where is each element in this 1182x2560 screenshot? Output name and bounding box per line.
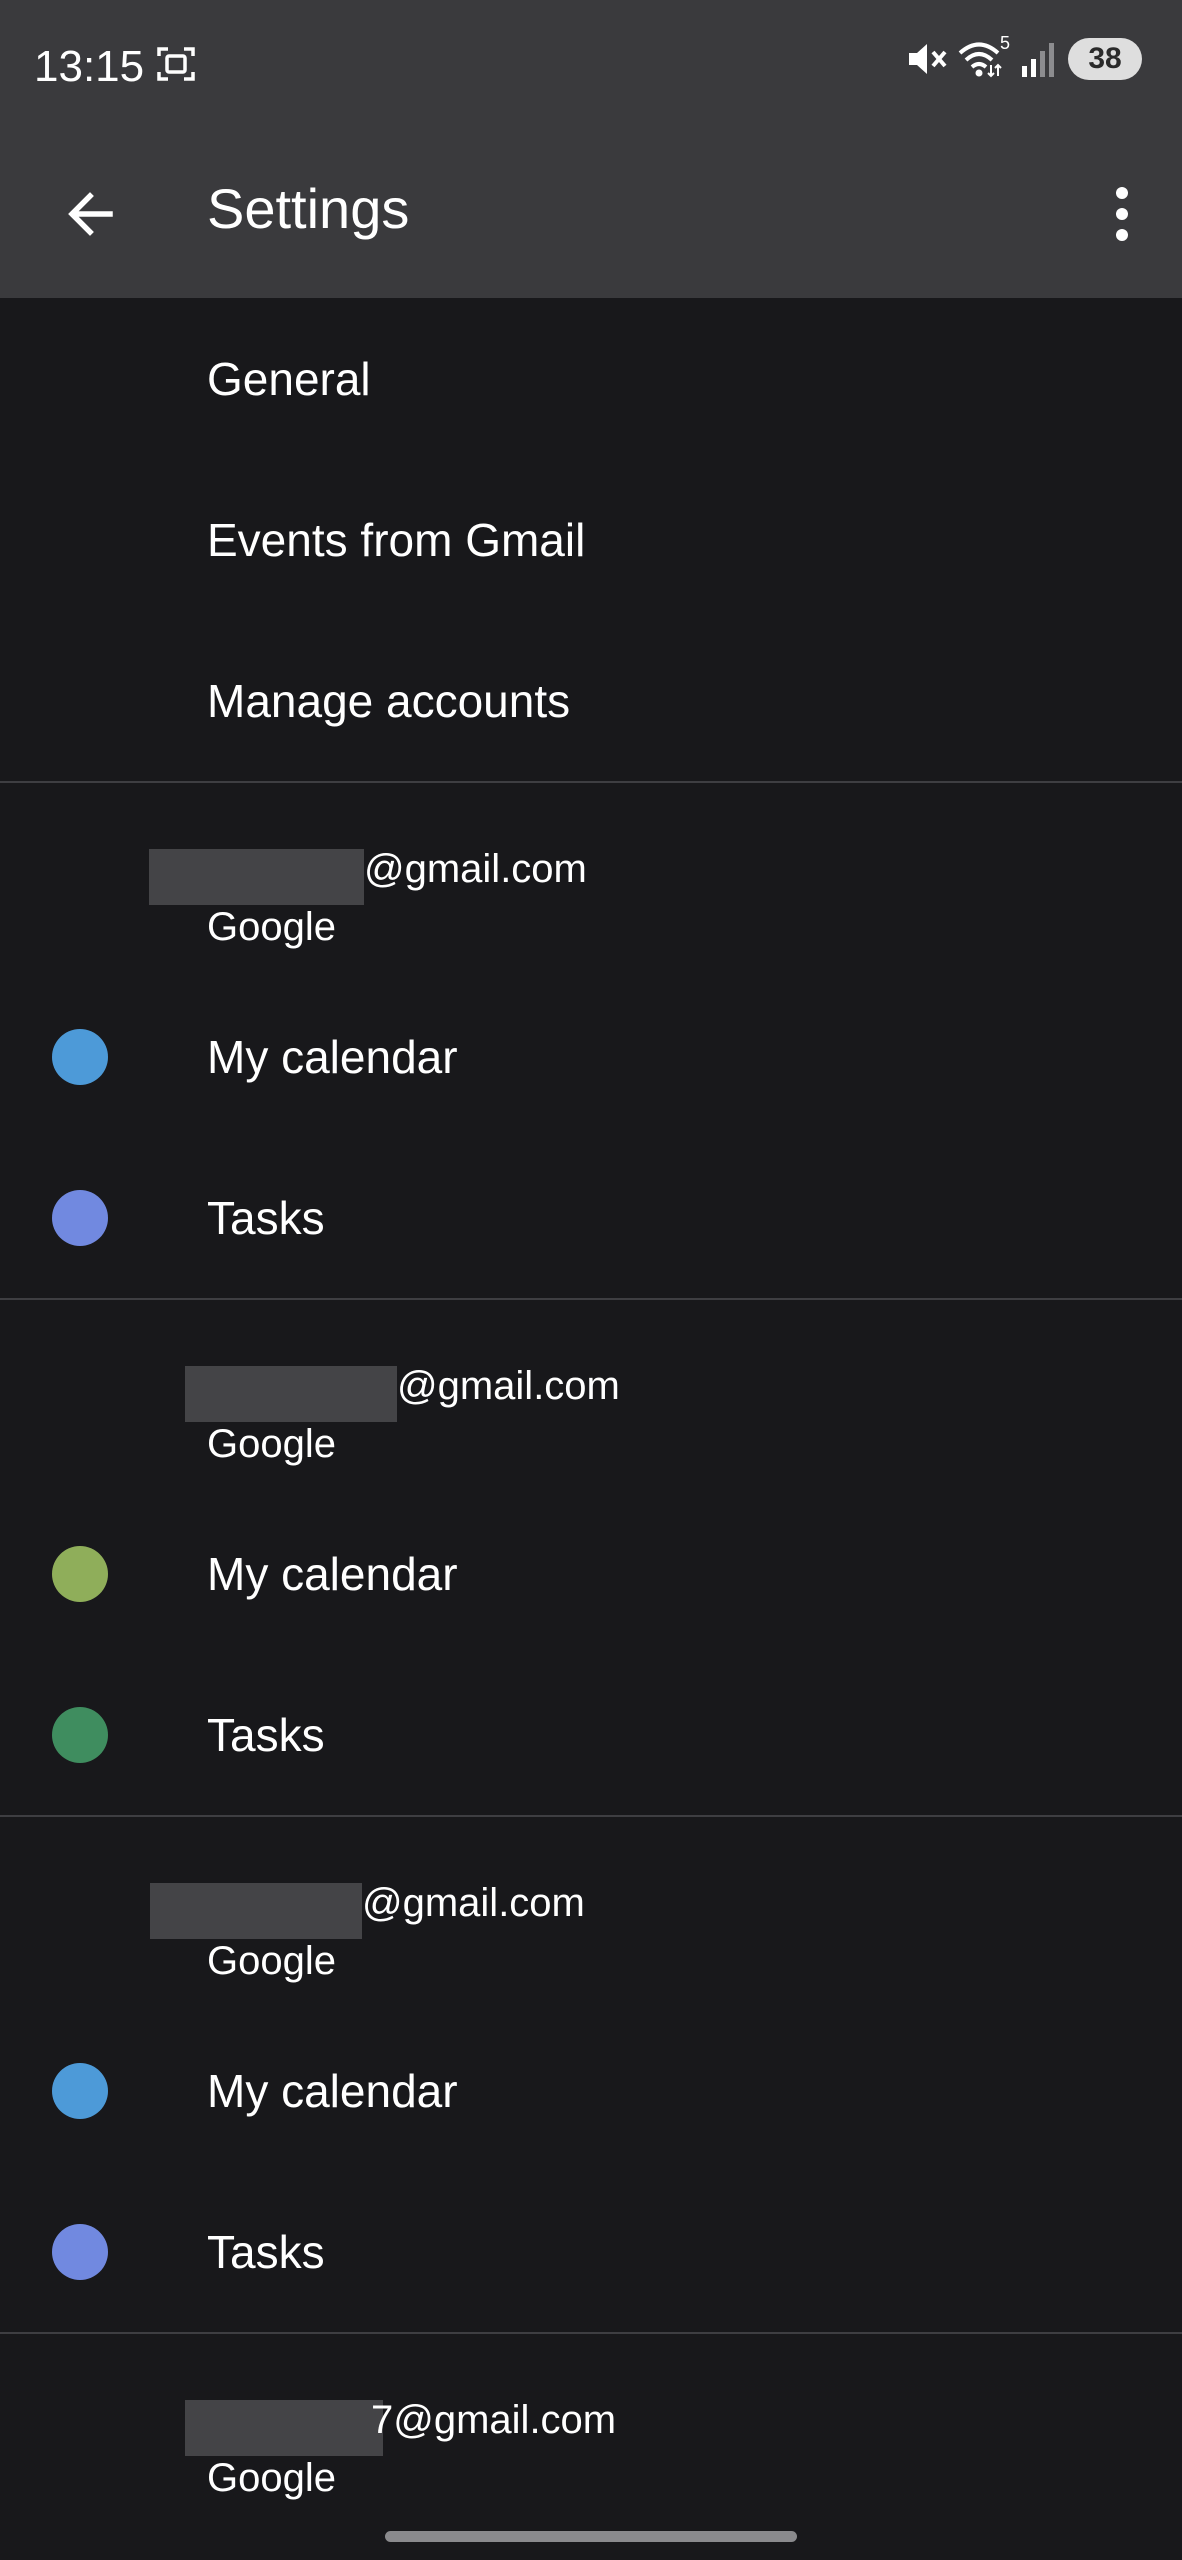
account-email: @gmail.com — [364, 847, 587, 891]
account-header: @gmail.com Google — [0, 1300, 1182, 1493]
account-header: @gmail.com Google — [0, 783, 1182, 976]
battery-indicator: 38 — [1068, 38, 1142, 80]
mute-icon — [909, 44, 947, 74]
calendar-color-dot — [52, 1546, 108, 1602]
gesture-nav-handle[interactable] — [385, 2531, 797, 2542]
calendar-item-tasks[interactable]: Tasks — [0, 1137, 1182, 1298]
account-provider: Google — [207, 1939, 336, 1983]
calendar-color-dot — [52, 1029, 108, 1085]
calendar-item-my-calendar[interactable]: My calendar — [0, 976, 1182, 1137]
status-bar: 13:15 5 38 — [0, 0, 1182, 136]
wifi-indicator: 5 — [958, 33, 1010, 79]
menu-item-label: Events from Gmail — [207, 513, 586, 566]
calendar-label: My calendar — [207, 1030, 458, 1083]
account-provider: Google — [207, 905, 336, 949]
calendar-item-tasks[interactable]: Tasks — [0, 1654, 1182, 1815]
menu-item-label: General — [207, 352, 371, 405]
account-header: @gmail.com Google — [0, 1817, 1182, 2010]
calendar-item-my-calendar[interactable]: My calendar — [0, 1493, 1182, 1654]
menu-item-label: Manage accounts — [207, 674, 571, 727]
calendar-label: My calendar — [207, 1547, 458, 1600]
menu-item-general[interactable]: General — [0, 298, 1182, 459]
screenshot-icon — [157, 47, 195, 81]
account-provider: Google — [207, 1422, 336, 1466]
calendar-label: My calendar — [207, 2064, 458, 2117]
redacted-username — [185, 1366, 397, 1422]
redacted-username — [149, 849, 364, 905]
redacted-username — [150, 1883, 362, 1939]
calendar-item-my-calendar[interactable]: My calendar — [0, 2010, 1182, 2171]
calendar-color-dot — [52, 2063, 108, 2119]
account-email: @gmail.com — [397, 1364, 620, 1408]
back-arrow-icon[interactable] — [60, 182, 124, 246]
status-icons: 5 38 — [906, 33, 1142, 80]
calendar-color-dot — [52, 1707, 108, 1763]
menu-item-events-from-gmail[interactable]: Events from Gmail — [0, 459, 1182, 620]
signal-icon — [1022, 43, 1054, 77]
wifi-badge: 5 — [999, 33, 1010, 53]
calendar-color-dot — [52, 1190, 108, 1246]
calendar-label: Tasks — [207, 1708, 325, 1761]
page-title: Settings — [207, 177, 410, 240]
menu-item-manage-accounts[interactable]: Manage accounts — [0, 620, 1182, 781]
status-time: 13:15 — [34, 42, 145, 91]
account-provider: Google — [207, 2456, 336, 2500]
calendar-color-dot — [52, 2224, 108, 2280]
account-email: 7@gmail.com — [371, 2398, 617, 2442]
account-email: @gmail.com — [362, 1881, 585, 1925]
calendar-label: Tasks — [207, 1191, 325, 1244]
settings-list: General Events from Gmail Manage account… — [0, 298, 1182, 2527]
account-header: 7@gmail.com Google — [0, 2334, 1182, 2527]
more-vert-icon[interactable] — [1092, 178, 1152, 250]
calendar-item-tasks[interactable]: Tasks — [0, 2171, 1182, 2332]
wifi-icon — [958, 42, 1002, 78]
app-bar — [0, 136, 1182, 298]
redacted-username — [185, 2400, 383, 2456]
calendar-label: Tasks — [207, 2225, 325, 2278]
